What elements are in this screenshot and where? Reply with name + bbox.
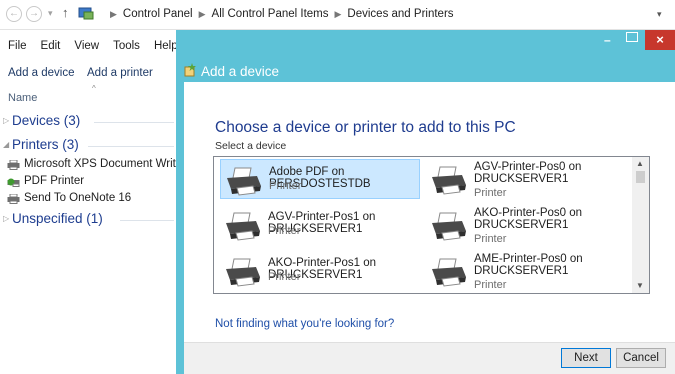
breadcrumb-separator-icon: ▶	[334, 9, 342, 19]
device-list-item[interactable]: AKO-Printer-Pos1 on DRUCKSERVER1 Printer	[220, 251, 420, 291]
close-icon[interactable]: ×	[645, 30, 675, 50]
devices-group-header[interactable]: ▷ Devices (3)	[0, 113, 176, 131]
menu-help[interactable]: Help	[154, 40, 178, 52]
printer-icon	[432, 258, 466, 287]
expand-arrow-icon: ▷	[3, 116, 10, 125]
device-list-item[interactable]: AGV-Printer-Pos1 on DRUCKSERVER1 Printer	[220, 205, 420, 245]
devices-group-title: Devices (3)	[12, 113, 81, 128]
printer-label: Send To OneNote 16	[24, 192, 132, 204]
breadcrumb-separator-icon: ▶	[110, 9, 117, 19]
device-list[interactable]: Adobe PDF on PERSDOSTESTDB Printer AGV-P…	[213, 156, 650, 294]
up-arrow-icon[interactable]: ↑	[62, 5, 69, 20]
name-column-header[interactable]: Name	[8, 92, 37, 104]
sort-ascending-icon: ^	[92, 84, 96, 93]
scrollbar-thumb[interactable]	[636, 171, 645, 183]
breadcrumb-control-panel[interactable]: Control Panel	[123, 8, 193, 20]
printer-label: PDF Printer	[24, 175, 85, 187]
printer-icon	[227, 167, 261, 196]
next-button[interactable]: Next	[561, 348, 611, 368]
printer-icon	[432, 166, 466, 195]
menu-file[interactable]: File	[8, 40, 27, 52]
maximize-icon[interactable]	[626, 32, 638, 42]
add-printer-button[interactable]: Add a printer	[87, 67, 153, 79]
minimize-icon[interactable]: –	[604, 33, 611, 47]
device-type: Printer	[268, 225, 301, 237]
device-type: Printer	[474, 279, 507, 291]
printer-icon	[432, 212, 466, 241]
expand-arrow-icon: ▷	[3, 214, 10, 223]
device-name: AME-Printer-Pos0 on DRUCKSERVER1	[474, 253, 583, 277]
unspecified-group-title: Unspecified (1)	[12, 211, 103, 226]
device-name: AKO-Printer-Pos0 on DRUCKSERVER1	[474, 207, 583, 231]
scroll-up-icon[interactable]: ▲	[636, 159, 644, 168]
printers-group-header[interactable]: ◢ Printers (3)	[0, 137, 176, 155]
printers-group-title: Printers (3)	[12, 137, 79, 152]
printer-icon	[226, 212, 260, 241]
device-type: Printer	[268, 271, 301, 283]
group-divider	[94, 122, 174, 123]
menu-bar: File Edit View Tools Help	[0, 38, 184, 58]
help-link[interactable]: Not finding what you're looking for?	[215, 318, 394, 330]
device-list-item-selected[interactable]: Adobe PDF on PERSDOSTESTDB Printer	[220, 159, 420, 199]
collapse-arrow-icon: ◢	[3, 140, 10, 149]
printer-label: Microsoft XPS Document Writer	[24, 158, 187, 170]
back-arrow-icon[interactable]: ←	[6, 6, 22, 22]
unspecified-group-header[interactable]: ▷ Unspecified (1)	[0, 211, 176, 229]
cancel-button[interactable]: Cancel	[616, 348, 666, 368]
group-divider	[120, 220, 174, 221]
menu-view[interactable]: View	[74, 40, 99, 52]
breadcrumb-all-items[interactable]: All Control Panel Items	[212, 8, 329, 20]
scroll-down-icon[interactable]: ▼	[636, 281, 644, 290]
address-bar: ← → ▾ ↑ ▶ Control Panel ▶ All Control Panel…	[0, 0, 675, 30]
device-list-item[interactable]: AKO-Printer-Pos0 on DRUCKSERVER1 Printer	[426, 205, 626, 245]
breadcrumb-separator-icon: ▶	[198, 9, 206, 19]
menu-edit[interactable]: Edit	[41, 40, 61, 52]
pdf-printer-icon	[7, 178, 20, 187]
device-type: Printer	[474, 187, 507, 199]
command-bar: Add a device Add a printer	[0, 63, 176, 85]
menu-tools[interactable]: Tools	[113, 40, 140, 52]
device-type: Printer	[269, 180, 302, 192]
device-list-item[interactable]: AME-Printer-Pos0 on DRUCKSERVER1 Printer	[426, 251, 626, 291]
printer-icon	[7, 194, 20, 204]
device-list-item[interactable]: AGV-Printer-Pos0 on DRUCKSERVER1 Printer	[426, 159, 626, 199]
group-divider	[88, 146, 174, 147]
dialog-title: Add a device	[201, 64, 280, 79]
printer-icon	[7, 160, 20, 170]
vertical-scrollbar[interactable]: ▲ ▼	[632, 157, 649, 293]
dialog-subheading: Select a device	[215, 140, 287, 152]
device-name: AGV-Printer-Pos0 on DRUCKSERVER1	[474, 161, 582, 185]
dialog-left-frame	[176, 82, 184, 374]
breadcrumb: ▶ Control Panel ▶ All Control Panel Items ▶ D…	[104, 8, 454, 20]
forward-arrow-icon[interactable]: →	[26, 6, 42, 22]
add-device-button[interactable]: Add a device	[8, 67, 75, 79]
control-panel-icon	[78, 7, 94, 20]
dialog-heading: Choose a device or printer to add to thi…	[215, 119, 516, 136]
address-dropdown-chevron-icon[interactable]: ▾	[657, 9, 662, 20]
device-type: Printer	[474, 233, 507, 245]
add-device-icon	[184, 63, 196, 77]
recent-locations-chevron-icon[interactable]: ▾	[48, 8, 53, 19]
breadcrumb-devices-and-printers[interactable]: Devices and Printers	[347, 8, 453, 20]
printer-icon	[226, 258, 260, 287]
